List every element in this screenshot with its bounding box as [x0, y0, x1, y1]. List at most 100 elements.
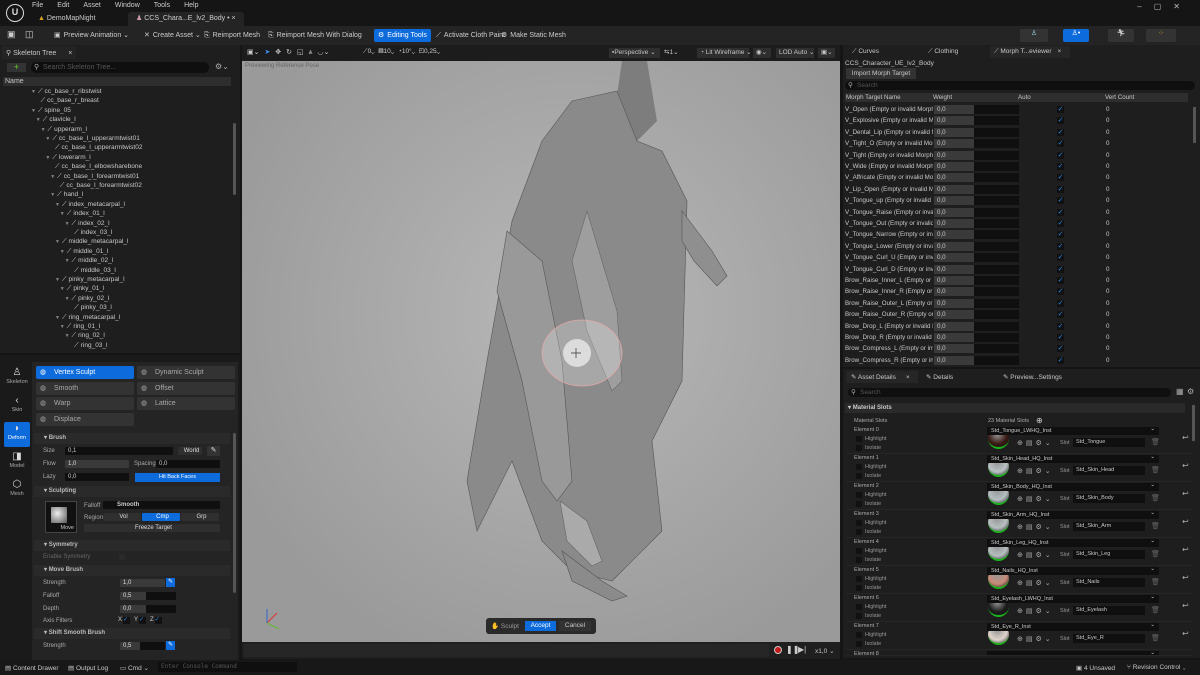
tree-item[interactable]: ▼ ⟋ pinky_02_l — [65, 294, 110, 303]
expand-arrow-icon[interactable]: ▼ — [31, 108, 36, 114]
morph-target-row[interactable]: V_Tongue_Raise (Empty or invalid Morph T… — [843, 207, 1188, 218]
expand-arrow-icon[interactable]: ▼ — [41, 127, 46, 133]
expand-arrow-icon[interactable]: ▼ — [45, 155, 50, 161]
browse-icon[interactable]: ◫ — [25, 29, 34, 40]
tree-item[interactable]: ▼ ⟋ ring_01_l — [60, 322, 100, 331]
morph-target-row[interactable]: V_Explosive (Empty or invalid Morph Targ… — [843, 115, 1188, 126]
unreal-logo[interactable]: U — [6, 4, 24, 22]
highlight-checkbox[interactable] — [856, 548, 862, 554]
material-action-icons[interactable]: ⊕▤⚙⌄ — [1017, 495, 1054, 503]
brush-type-picker[interactable]: Move — [45, 501, 77, 533]
expand-arrow-icon[interactable]: ▼ — [65, 296, 70, 302]
morph-target-row[interactable]: Brow_Drop_L (Empty or invalid Morph Targ… — [843, 321, 1188, 332]
highlight-checkbox[interactable] — [856, 436, 862, 442]
highlight-checkbox[interactable] — [856, 632, 862, 638]
expand-arrow-icon[interactable]: ▼ — [50, 192, 55, 198]
tree-item[interactable]: ▼ ⟋ index_02_l — [65, 219, 110, 228]
tree-item[interactable]: ⟋ cc_base_l_forearmtwist02 — [55, 181, 142, 190]
morph-target-row[interactable]: V_Tongue_up (Empty or invalid Morph Targ… — [843, 195, 1188, 206]
auto-checkbox[interactable]: ✓ — [1057, 288, 1064, 296]
tree-item[interactable]: ▼ ⟋ ring_metacarpal_l — [55, 313, 120, 322]
output-log-button[interactable]: ▤ Output Log — [68, 664, 108, 672]
menu-window[interactable]: Window — [115, 2, 140, 9]
tool-vertex-sculpt[interactable]: ◍ Vertex Sculpt — [36, 366, 134, 379]
morph-target-row[interactable]: V_Tongue_Lower (Empty or invalid Morph T… — [843, 241, 1188, 252]
tree-item[interactable]: ⟋ ring_03_l — [69, 341, 107, 350]
weight-slider[interactable]: 0,0 — [934, 127, 974, 137]
menu-tools[interactable]: Tools — [154, 2, 170, 9]
auto-checkbox[interactable]: ✓ — [1057, 311, 1064, 319]
close-icon[interactable]: × — [68, 50, 72, 57]
trash-icon[interactable]: 🗑︎ — [1151, 578, 1160, 586]
tree-item[interactable]: ▼ ⟋ hand_l — [50, 190, 83, 199]
window-controls[interactable]: –▢✕ — [1137, 2, 1192, 11]
spacing-input[interactable]: 0,0 — [156, 460, 220, 468]
tree-item[interactable]: ▼ ⟋ cc_base_l_upperarmtwist01 — [45, 134, 139, 143]
region-vol[interactable]: Vol — [103, 513, 141, 521]
highlight-checkbox[interactable] — [856, 492, 862, 498]
morph-target-row[interactable]: Brow_Raise_Outer_R (Empty or invalid Mor… — [843, 309, 1188, 320]
tree-item[interactable]: ▼ ⟋ pinky_metacarpal_l — [55, 275, 125, 284]
import-morph-target-button[interactable]: Import Morph Target — [846, 68, 916, 79]
weight-slider-track[interactable] — [974, 298, 1019, 308]
weight-slider-track[interactable] — [974, 207, 1019, 217]
menu-asset[interactable]: Asset — [83, 2, 101, 9]
weight-slider-track[interactable] — [974, 105, 1019, 114]
morph-target-row[interactable]: V_Dental_Lip (Empty or invalid Morph Tar… — [843, 127, 1188, 138]
strength-slider[interactable]: 1,0 — [120, 579, 165, 587]
auto-checkbox[interactable]: ✓ — [1057, 140, 1064, 148]
tab-clothing[interactable]: ⟋ Clothing — [924, 46, 984, 58]
weight-slider-track[interactable] — [974, 276, 1019, 285]
isolate-checkbox[interactable] — [856, 501, 862, 507]
tab-curve[interactable]: ⟋ Curves — [848, 46, 908, 58]
brush-section[interactable]: ▾ Brush — [34, 433, 230, 444]
weight-slider[interactable]: 0,0 — [934, 253, 974, 263]
weight-slider-track[interactable] — [974, 184, 1019, 194]
material-dropdown[interactable]: Std_Tongue_LWHQ_Inst — [987, 425, 1159, 435]
settings-icon[interactable]: ⚙⌄ — [215, 62, 229, 71]
editing-tools-button[interactable]: ⚙ Editing Tools — [374, 29, 431, 42]
weight-slider[interactable]: 0,0 — [934, 150, 974, 160]
details-search-input[interactable]: ⚲ Search — [848, 388, 1171, 397]
axis-filter-z[interactable]: Z✓ — [150, 617, 162, 624]
material-dropdown[interactable]: Std_Eyelash_LWHQ_Inst — [987, 593, 1159, 603]
weight-slider[interactable]: 0,0 — [934, 264, 974, 274]
weight-slider-track[interactable] — [974, 321, 1019, 331]
cancel-button[interactable]: Cancel — [559, 621, 591, 631]
isolate-checkbox[interactable] — [856, 529, 862, 535]
tree-item[interactable]: ⟋ pinky_03_l — [69, 303, 112, 312]
viewport-layout-icon[interactable]: ▣⌄ — [818, 48, 835, 58]
morph-target-row[interactable]: Brow_Raise_Inner_L (Empty or invalid Mor… — [843, 275, 1188, 286]
tab-skeleton-tree[interactable]: ⚲ Skeleton Tree × — [2, 46, 76, 59]
auto-checkbox[interactable]: ✓ — [1057, 220, 1064, 227]
expand-arrow-icon[interactable]: ▼ — [50, 174, 55, 180]
animation-mode-button[interactable]: 🏃︎ — [1108, 29, 1134, 42]
isolate-checkbox[interactable] — [856, 585, 862, 591]
expand-arrow-icon[interactable]: ▼ — [65, 333, 70, 339]
tree-item[interactable]: ▼ ⟋ ring_02_l — [65, 331, 105, 340]
trash-icon[interactable]: 🗑︎ — [1151, 634, 1160, 642]
morph-target-row[interactable]: V_Tongue_Curl_D (Empty or invalid Morph … — [843, 264, 1188, 275]
weight-slider-track[interactable] — [974, 196, 1019, 206]
weight-slider-track[interactable] — [974, 344, 1019, 354]
snap-grid[interactable]: ⟋0⌄ ▤10⌄ ◔10°⌄ ◰0,25⌄ — [363, 48, 440, 56]
slot-name-input[interactable]: Std_Nails — [1073, 578, 1145, 587]
isolate-checkbox[interactable] — [856, 641, 862, 647]
perspective-dropdown[interactable]: ▪Perspective ⌄ — [609, 48, 660, 58]
morph-target-row[interactable]: V_Wide (Empty or invalid Morph Target)0,… — [843, 161, 1188, 172]
tree-item[interactable]: ▼ ⟋ middle_01_l — [60, 247, 109, 256]
isolate-checkbox[interactable] — [856, 557, 862, 563]
trash-icon[interactable]: 🗑︎ — [1151, 494, 1160, 502]
auto-checkbox[interactable]: ✓ — [1057, 231, 1064, 239]
auto-checkbox[interactable]: ✓ — [1057, 254, 1064, 262]
material-action-icons[interactable]: ⊕▤⚙⌄ — [1017, 439, 1054, 447]
weight-slider-track[interactable] — [974, 127, 1019, 137]
reset-icon[interactable]: ↩ — [1182, 433, 1189, 442]
auto-checkbox[interactable]: ✓ — [1057, 185, 1064, 193]
weight-slider-track[interactable] — [974, 139, 1019, 149]
reset-icon[interactable]: ↩ — [1182, 629, 1189, 638]
pressure-toggle-icon[interactable]: ✎ — [166, 641, 175, 650]
pressure-toggle-icon[interactable]: ✎ — [166, 578, 175, 587]
tree-item[interactable]: ▼ ⟋ cc_base_l_forearmtwist01 — [50, 172, 139, 181]
weight-slider-track[interactable] — [974, 264, 1019, 274]
